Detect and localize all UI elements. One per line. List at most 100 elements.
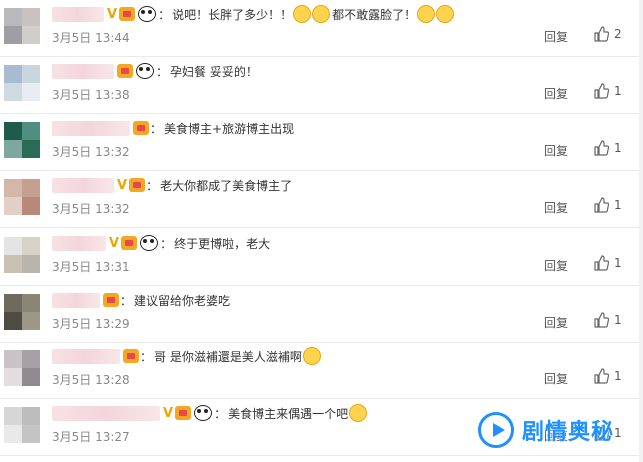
comment-row: V ：终于更博啦，老大 3月5日 13:31 回复 1 [0,229,643,286]
avatar-pixel [22,255,40,273]
colon: ： [140,349,153,364]
vip-icon: V [117,177,128,193]
username-blurred[interactable] [52,405,160,421]
date: 3月5日 [52,373,92,387]
vip-icon: V [109,235,120,251]
reply-button[interactable]: 回复 [544,314,568,331]
avatar-pixel [22,122,40,140]
avatar[interactable] [4,407,40,443]
comment-row: V ：说吧！长胖了多少！！ 都不敢露脸了！ 3月5日 13:44 回复 2 [0,0,643,57]
like-count: 1 [614,84,622,98]
panda-icon [138,6,157,22]
comment-row: ：孕妇餐 妥妥的！ 3月5日 13:38 回复 1 [0,57,643,114]
comment-line: ：哥 是你滋補還是美人滋補啊 [52,346,321,366]
comment-text: 说吧！长胖了多少！！ [172,7,293,22]
avatar[interactable] [4,237,40,273]
timestamp: 3月5日 13:31 [52,258,130,275]
avatar-pixel [4,140,22,158]
comment-text: 老大你都成了美食博主了 [160,178,293,193]
username-blurred[interactable] [52,6,104,22]
comment-line: V ：老大你都成了美食博主了 [52,175,292,195]
fan-badge-icon [119,7,136,21]
comment-row: V ：老大你都成了美食博主了 3月5日 13:32 回复 1 [0,171,643,228]
avatar-pixel [22,425,40,443]
like-button[interactable]: 1 [593,255,622,271]
like-count: 1 [614,256,622,270]
comment-text: 终于更博啦，老大 [174,236,271,251]
like-button[interactable]: 1 [593,83,622,99]
colon: ： [120,293,133,308]
avatar-pixel [4,255,22,273]
like-button[interactable]: 1 [593,197,622,213]
time: 13:38 [95,88,130,102]
like-button[interactable]: 1 [593,312,622,328]
avatar[interactable] [4,179,40,215]
avatar-pixel [22,140,40,158]
time: 13:44 [95,31,130,45]
time: 13:28 [95,373,130,387]
comment-text: 美食博主来偶遇一个吧 [228,406,349,421]
like-count: 2 [614,27,622,41]
avatar-pixel [22,65,40,83]
like-button[interactable]: 2 [593,26,622,42]
comment-row: ：美食博主+旅游博主出现 3月5日 13:32 回复 1 [0,114,643,171]
reply-button[interactable]: 回复 [544,199,568,216]
fan-badge-icon [103,293,119,307]
avatar[interactable] [4,65,40,101]
like-count: 1 [614,369,622,383]
fan-badge-icon [133,121,149,135]
date: 3月5日 [52,31,92,45]
date: 3月5日 [52,202,92,216]
avatar-pixel [4,197,22,215]
username-blurred[interactable] [52,235,106,251]
avatar-pixel [22,8,40,26]
comment-text-extra: 都不敢露脸了！ [332,7,417,22]
avatar-pixel [4,237,22,255]
like-button[interactable]: 1 [593,368,622,384]
reply-button[interactable]: 回复 [544,142,568,159]
like-button[interactable]: 1 [593,140,622,156]
avatar[interactable] [4,350,40,386]
username-blurred[interactable] [52,348,120,364]
avatar-pixel [4,350,22,368]
avatar-pixel [4,65,22,83]
panda-icon [136,63,154,79]
avatar-pixel [4,425,22,443]
username-blurred[interactable] [52,177,114,193]
emoji-icon [349,404,368,422]
avatar-pixel [22,350,40,368]
like-count: 1 [614,313,622,327]
colon: ： [214,406,227,421]
timestamp: 3月5日 13:28 [52,371,130,388]
avatar-pixel [22,179,40,197]
like-count: 1 [614,141,622,155]
fan-badge-icon [121,236,138,250]
reply-button[interactable]: 回复 [544,257,568,274]
reply-button[interactable]: 回复 [544,85,568,102]
comment-text: 建议留给你老婆吃 [134,293,231,308]
colon: ： [146,178,159,193]
comment-line: ：美食博主+旅游博主出现 [52,118,294,138]
thumbs-up-icon [594,255,609,271]
thumbs-up-icon [594,26,609,42]
colon: ： [158,7,171,22]
emoji-icon [417,5,436,23]
username-blurred[interactable] [52,63,114,79]
avatar[interactable] [4,122,40,158]
avatar-pixel [4,8,22,26]
avatar-pixel [4,122,22,140]
time: 13:32 [95,145,130,159]
date: 3月5日 [52,145,92,159]
avatar[interactable] [4,294,40,330]
timestamp: 3月5日 13:38 [52,86,130,103]
avatar-pixel [4,179,22,197]
reply-button[interactable]: 回复 [544,370,568,387]
avatar-pixel [4,312,22,330]
scrollbar[interactable] [639,0,643,462]
fan-badge-icon [175,406,192,420]
username-blurred[interactable] [52,120,130,136]
username-blurred[interactable] [52,292,100,308]
avatar[interactable] [4,8,40,44]
time: 13:32 [95,202,130,216]
reply-button[interactable]: 回复 [544,28,568,45]
